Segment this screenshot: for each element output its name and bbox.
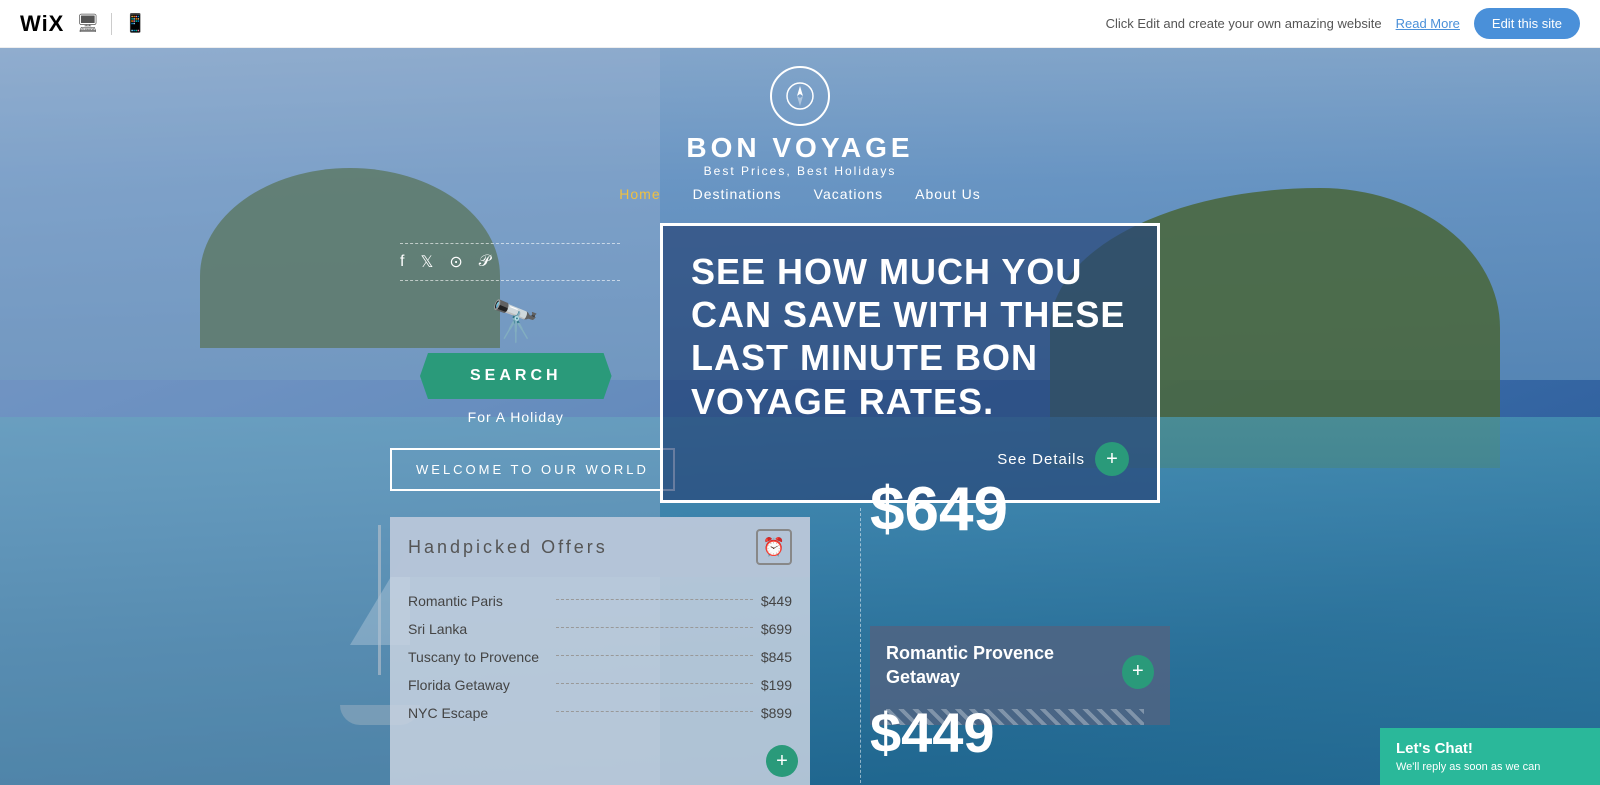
top-bar: WiX 🖥 📱 Click Edit and create your own a… <box>0 0 1600 48</box>
social-icons: f 𝕏 ⊙ 𝒫 <box>400 252 620 272</box>
top-bar-left: WiX 🖥 📱 <box>20 11 147 37</box>
divider <box>111 13 112 35</box>
compass-icon <box>770 66 830 126</box>
offer-item-1: Sri Lanka $699 <box>408 615 792 643</box>
brand-name: BON VOYAGE <box>686 132 913 164</box>
dashed-line-bottom <box>400 280 620 281</box>
offer-name-2: Tuscany to Provence <box>408 649 548 665</box>
nav-item-vacations[interactable]: Vacations <box>814 186 883 202</box>
offer-price-4: $899 <box>761 705 792 721</box>
lets-chat-widget[interactable]: Let's Chat! We'll reply as soon as we ca… <box>1380 728 1600 785</box>
offer-item-4: NYC Escape $899 <box>408 699 792 727</box>
search-area: 🔭 SEARCH For A Holiday <box>420 298 612 425</box>
offer-name-3: Florida Getaway <box>408 677 548 693</box>
instagram-icon[interactable]: ⊙ <box>449 252 462 272</box>
offer-item-0: Romantic Paris $449 <box>408 587 792 615</box>
logo-area: BON VOYAGE Best Prices, Best Holidays <box>0 66 1600 178</box>
dashed-line-top <box>400 243 620 244</box>
wix-logo: WiX <box>20 11 64 37</box>
offers-panel: Handpicked Offers ⏰ Romantic Paris $449 … <box>390 517 810 785</box>
search-button[interactable]: SEARCH <box>420 353 612 399</box>
search-subtitle: For A Holiday <box>468 409 564 425</box>
desktop-icon[interactable]: 🖥 <box>76 13 99 34</box>
lets-chat-title: Let's Chat! <box>1396 740 1584 757</box>
offer-price-1: $699 <box>761 621 792 637</box>
secondary-price: $449 <box>870 700 995 765</box>
offer-dots-3 <box>556 683 753 684</box>
offer-price-3: $199 <box>761 677 792 693</box>
twitter-icon[interactable]: 𝕏 <box>420 252 433 272</box>
offers-list: Romantic Paris $449 Sri Lanka $699 Tusca… <box>390 577 810 737</box>
timer-icon: ⏰ <box>756 529 792 565</box>
offer-name-0: Romantic Paris <box>408 593 548 609</box>
offer-price-2: $845 <box>761 649 792 665</box>
social-area: f 𝕏 ⊙ 𝒫 <box>400 243 620 281</box>
promo-text: SEE HOW MUCH YOU CAN SAVE WITH THESE LAS… <box>691 250 1129 423</box>
read-more-link[interactable]: Read More <box>1396 16 1460 31</box>
offer-name-4: NYC Escape <box>408 705 548 721</box>
provence-plus-button[interactable]: + <box>1122 655 1154 689</box>
offer-dots-0 <box>556 599 753 600</box>
offer-item-2: Tuscany to Provence $845 <box>408 643 792 671</box>
top-bar-right: Click Edit and create your own amazing w… <box>1106 8 1580 39</box>
facebook-icon[interactable]: f <box>400 253 404 271</box>
edit-site-button[interactable]: Edit this site <box>1474 8 1580 39</box>
offer-dots-4 <box>556 711 753 712</box>
welcome-button[interactable]: WELCOME TO OUR WORLD <box>390 448 675 491</box>
binoculars-icon: 🔭 <box>491 298 541 345</box>
offers-header: Handpicked Offers ⏰ <box>390 517 810 577</box>
provence-header: Romantic Provence Getaway + <box>886 642 1154 701</box>
brand-tagline: Best Prices, Best Holidays <box>704 164 897 178</box>
offers-title: Handpicked Offers <box>408 537 608 558</box>
offers-add-button[interactable]: + <box>766 745 798 777</box>
see-details-button[interactable]: + <box>1095 442 1129 476</box>
main-area: BON VOYAGE Best Prices, Best Holidays Ho… <box>0 48 1600 785</box>
offer-dots-1 <box>556 627 753 628</box>
pinterest-icon[interactable]: 𝒫 <box>479 253 491 271</box>
offer-price-0: $449 <box>761 593 792 609</box>
nav-bar: Home Destinations Vacations About Us <box>0 186 1600 202</box>
nav-item-aboutus[interactable]: About Us <box>915 186 981 202</box>
vertical-divider <box>860 508 861 785</box>
provence-title: Romantic Provence Getaway <box>886 642 1122 689</box>
nav-item-home[interactable]: Home <box>619 186 660 202</box>
offers-plus-area: + <box>390 737 810 785</box>
promo-box: SEE HOW MUCH YOU CAN SAVE WITH THESE LAS… <box>660 223 1160 503</box>
offer-item-3: Florida Getaway $199 <box>408 671 792 699</box>
lets-chat-subtitle: We'll reply as soon as we can <box>1396 761 1584 773</box>
see-details-label: See Details <box>997 451 1085 468</box>
offer-dots-2 <box>556 655 753 656</box>
nav-item-destinations[interactable]: Destinations <box>693 186 782 202</box>
mobile-icon[interactable]: 📱 <box>124 13 146 34</box>
main-price: $649 <box>870 474 1008 545</box>
offer-name-1: Sri Lanka <box>408 621 548 637</box>
promo-bottom: See Details + <box>691 442 1129 476</box>
promo-text: Click Edit and create your own amazing w… <box>1106 16 1382 31</box>
